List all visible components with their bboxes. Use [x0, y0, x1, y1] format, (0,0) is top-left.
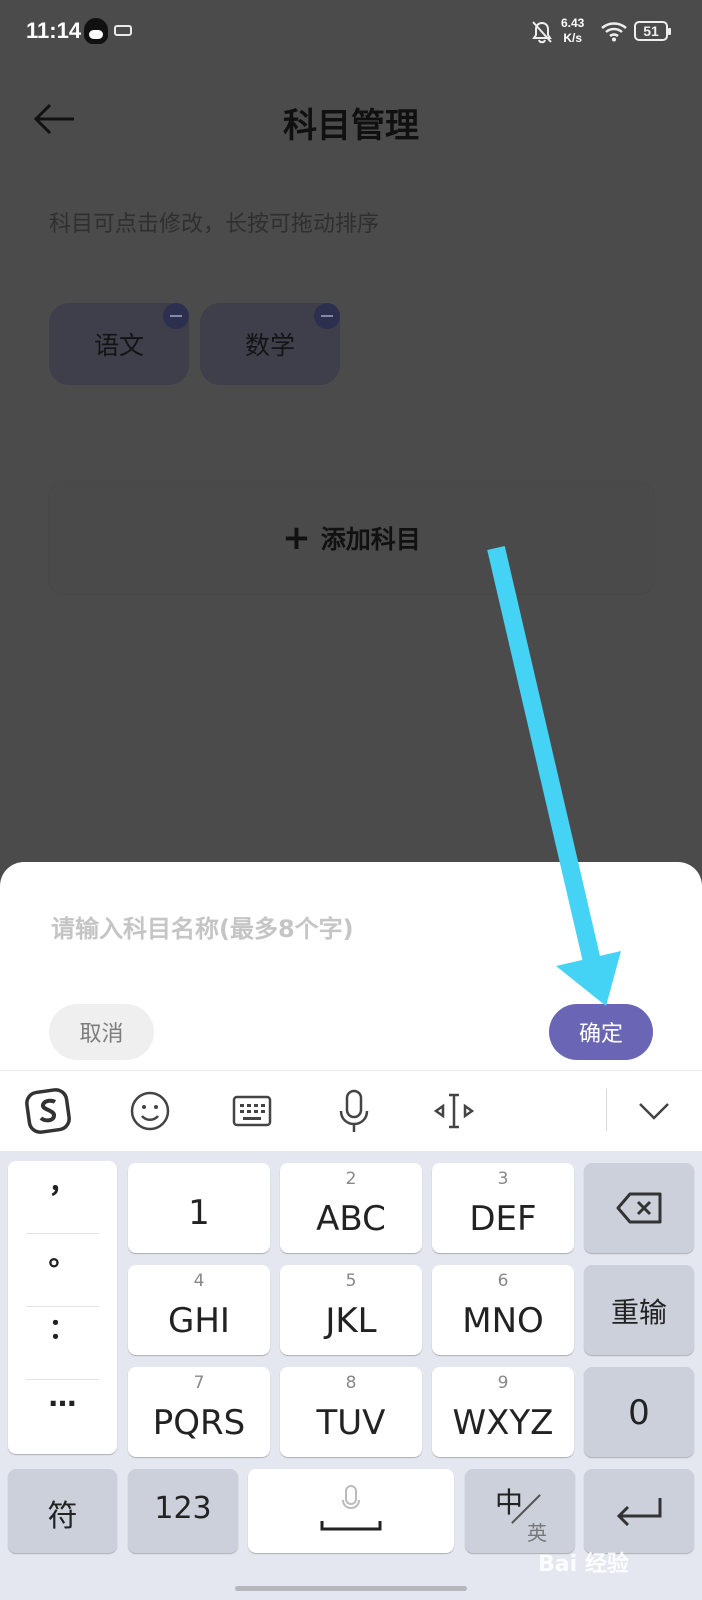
microphone-icon	[342, 1485, 360, 1510]
reinput-key[interactable]: 重输	[584, 1265, 694, 1355]
backspace-key[interactable]	[584, 1163, 694, 1253]
key-ghi[interactable]: 4 GHI	[128, 1265, 270, 1355]
plus-icon: +	[282, 518, 311, 558]
enter-icon	[616, 1498, 662, 1526]
punct-key[interactable]: ，	[8, 1161, 117, 1233]
subject-label: 语文	[93, 331, 144, 360]
punct-key[interactable]: …	[8, 1380, 117, 1452]
keyboard-icon[interactable]	[228, 1087, 276, 1135]
key-def[interactable]: 3 DEF	[432, 1163, 574, 1253]
network-speed-unit: K/s	[563, 31, 583, 45]
wifi-icon	[601, 22, 627, 42]
numbers-key[interactable]: 123	[128, 1469, 238, 1553]
add-subject-button[interactable]: + 添加科目	[49, 482, 654, 594]
punctuation-column[interactable]: ， 。 ： …	[8, 1161, 117, 1454]
key-1[interactable]: 1	[128, 1163, 270, 1253]
cursor-move-icon[interactable]	[430, 1087, 478, 1135]
remove-subject-icon[interactable]	[163, 303, 189, 329]
key-0[interactable]: 0	[584, 1367, 694, 1457]
add-subject-label: 添加科目	[320, 525, 421, 554]
confirm-button[interactable]: 确定	[549, 1004, 653, 1060]
page-title: 科目管理	[283, 106, 419, 146]
remove-subject-icon[interactable]	[314, 303, 340, 329]
backspace-icon	[616, 1192, 662, 1224]
microphone-icon[interactable]	[330, 1087, 378, 1135]
collapse-chevron-icon[interactable]	[630, 1087, 678, 1135]
punct-key[interactable]: 。	[8, 1234, 117, 1306]
emoji-icon[interactable]	[126, 1087, 174, 1135]
add-subject-dialog: 取消 确定	[0, 862, 702, 1072]
subject-label: 数学	[244, 331, 295, 360]
status-time: 11:14	[26, 18, 82, 43]
key-wxyz[interactable]: 9 WXYZ	[432, 1367, 574, 1457]
t9-keyboard: ， 。 ： … 1 2 ABC 3 DEF 4 GHI 5 JKL 6 MNO	[0, 1151, 702, 1600]
punct-key[interactable]: ：	[8, 1307, 117, 1379]
cancel-button[interactable]: 取消	[49, 1004, 154, 1060]
network-speed-value: 6.43	[561, 16, 585, 30]
subject-chip[interactable]: 语文	[49, 303, 189, 385]
battery-indicator: 51	[634, 21, 671, 41]
qq-icon	[84, 18, 108, 44]
bell-muted-icon	[532, 21, 552, 44]
space-key[interactable]	[248, 1469, 454, 1553]
subject-chip[interactable]: 数学	[200, 303, 340, 385]
key-jkl[interactable]: 5 JKL	[280, 1265, 422, 1355]
key-tuv[interactable]: 8 TUV	[280, 1367, 422, 1457]
keyboard-status-icon	[114, 25, 132, 36]
home-indicator[interactable]	[235, 1586, 467, 1591]
key-mno[interactable]: 6 MNO	[432, 1265, 574, 1355]
toolbar-divider	[606, 1089, 607, 1131]
hint-text: 科目可点击修改，长按可拖动排序	[49, 212, 380, 237]
network-speed: 6.43 K/s	[561, 16, 584, 46]
sogou-logo-icon[interactable]	[24, 1087, 72, 1135]
subject-name-input[interactable]	[49, 908, 653, 950]
watermark: Bai 经验	[538, 1552, 629, 1577]
app-header: 科目管理	[0, 80, 702, 160]
enter-key[interactable]	[584, 1469, 694, 1553]
key-pqrs[interactable]: 7 PQRS	[128, 1367, 270, 1457]
key-abc[interactable]: 2 ABC	[280, 1163, 422, 1253]
space-icon	[320, 1521, 382, 1531]
keyboard-toolbar	[0, 1070, 702, 1151]
symbols-key[interactable]: 符	[8, 1469, 117, 1553]
language-switch-key[interactable]: 中 英	[465, 1469, 575, 1553]
status-bar: 11:14 6.43 K/s 51	[0, 0, 702, 64]
